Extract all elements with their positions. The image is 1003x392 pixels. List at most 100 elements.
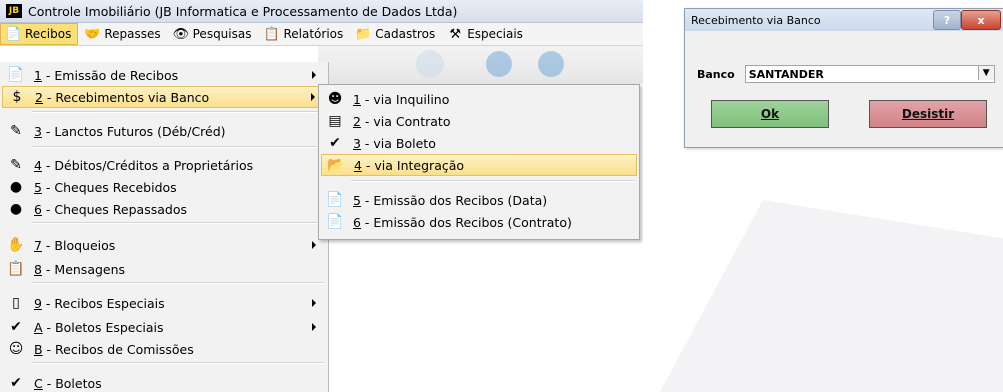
- submenu-item-text: - via Integração: [361, 157, 465, 173]
- toolbar-hand-icon[interactable]: [416, 50, 444, 78]
- piggybank-icon: ●: [9, 201, 23, 217]
- menu-item-label: C - Boletos: [34, 376, 102, 391]
- submenu-item-text: - via Inquilino: [360, 91, 450, 107]
- submenu-item-label: 6 - Emissão dos Recibos (Contrato): [353, 215, 572, 230]
- menu-item-5[interactable]: ● 5 - Cheques Recebidos: [2, 176, 326, 198]
- blank-doc-icon: ▯: [12, 295, 20, 311]
- menu-recibos[interactable]: 📄 Recibos: [0, 23, 79, 45]
- desistir-button[interactable]: Desistir: [869, 100, 987, 128]
- menu-item-text: - Emissão de Recibos: [41, 67, 179, 83]
- menu-item-text: - Recibos de Comissões: [42, 341, 194, 357]
- cards-icon: 📁: [355, 26, 372, 42]
- submenu-item-4[interactable]: 📂 4 - via Integração: [321, 154, 637, 176]
- menu-item-label: 4 - Débitos/Créditos a Proprietários: [34, 158, 253, 173]
- menu-item-3[interactable]: ✎ 3 - Lanctos Futuros (Déb/Créd): [2, 120, 326, 142]
- check-mark-icon: ✔: [329, 135, 341, 151]
- menu-item-label: 6 - Cheques Repassados: [34, 202, 187, 217]
- dialog-title-bar: Recebimento via Banco ? x: [685, 9, 1003, 31]
- menu-item-key: A: [34, 319, 43, 335]
- calculator-icon: ✎: [10, 123, 22, 139]
- submenu-item-text: - Emissão dos Recibos (Contrato): [360, 214, 572, 230]
- menu-item-key: 9: [34, 295, 42, 311]
- menu-separator: [32, 282, 324, 284]
- ok-label: Ok: [760, 107, 780, 121]
- submenu-item-5[interactable]: 📄 5 - Emissão dos Recibos (Data): [321, 189, 637, 211]
- menu-item-text: - Débitos/Créditos a Proprietários: [41, 157, 254, 173]
- window-title: Controle Imobiliário (JB Informatica e P…: [28, 3, 458, 19]
- menu-item-b[interactable]: ☺ B - Recibos de Comissões: [2, 338, 326, 360]
- submenu-item-label: 2 - via Contrato: [353, 114, 450, 129]
- document-icon: 📄: [326, 214, 344, 230]
- menu-item-key: 7: [34, 237, 42, 253]
- submenu-item-2[interactable]: ▤ 2 - via Contrato: [321, 110, 637, 132]
- menu-especiais[interactable]: ⚒ Especiais: [443, 24, 529, 44]
- menu-item-label: 1 - Emissão de Recibos: [34, 68, 178, 83]
- menu-separator: [351, 180, 635, 182]
- menu-separator: [32, 222, 324, 224]
- menu-item-7[interactable]: ✋ 7 - Bloqueios: [2, 234, 326, 256]
- menu-repasses[interactable]: 🤝 Repasses: [80, 24, 166, 44]
- menu-item-2[interactable]: $2 - Recebimentos via Banco: [2, 86, 326, 108]
- toolbar-dollar-icon-2[interactable]: [538, 51, 564, 77]
- toolbar-dollar-icon[interactable]: [486, 51, 512, 77]
- recibos-dropdown-menu: 📄 1 - Emissão de Recibos $2 - Recebimentos…: [0, 62, 329, 392]
- menu-cadastros[interactable]: 📁 Cadastros: [351, 24, 441, 44]
- banco-select[interactable]: SANTANDER ▼: [744, 65, 995, 83]
- menu-item-label: 5 - Cheques Recebidos: [34, 180, 177, 195]
- submenu-item-key: 4: [354, 157, 362, 173]
- menu-item-c[interactable]: ✔ C - Boletos: [2, 372, 326, 392]
- submenu-item-key: 2: [353, 113, 361, 129]
- submenu-arrow-icon: [312, 241, 316, 249]
- submenu-item-label: 3 - via Boleto: [353, 136, 436, 151]
- help-button[interactable]: ?: [933, 10, 961, 30]
- menu-bar: 📄 Recibos 🤝 Repasses 👁 Pesquisas 📋 Relatórios 📁 C…: [0, 23, 643, 46]
- ok-button[interactable]: Ok: [711, 100, 829, 128]
- smiley-icon: ☺: [8, 341, 24, 357]
- menu-item-text: - Cheques Repassados: [41, 201, 187, 217]
- submenu-item-6[interactable]: 📄 6 - Emissão dos Recibos (Contrato): [321, 211, 637, 233]
- menu-item-text: - Recebimentos via Banco: [42, 89, 210, 105]
- tools-icon: ⚒: [449, 26, 462, 42]
- submenu-item-key: 3: [353, 135, 361, 151]
- menu-separator: [32, 111, 324, 113]
- menu-item-text: - Boletos Especiais: [42, 319, 164, 335]
- menu-label: Recibos: [25, 27, 72, 41]
- menu-item-a[interactable]: ✔ A - Boletos Especiais: [2, 316, 326, 338]
- submenu-item-key: 1: [353, 91, 361, 107]
- menu-item-key: 1: [34, 67, 42, 83]
- menu-item-8[interactable]: 📋 8 - Mensagens: [2, 258, 326, 280]
- menu-item-key: B: [34, 341, 43, 357]
- submenu-item-1[interactable]: ☻ 1 - via Inquilino: [321, 88, 637, 110]
- check-mark-icon: ✔: [10, 319, 22, 335]
- app-logo: JB: [6, 4, 22, 18]
- menu-item-key: 8: [34, 261, 42, 277]
- main-window: JB Controle Imobiliário (JB Informatica …: [0, 0, 643, 392]
- submenu-item-key: 5: [353, 192, 361, 208]
- dropdown-arrow-icon[interactable]: ▼: [977, 66, 994, 80]
- toolbar: [318, 46, 643, 84]
- menu-item-label: 2 - Recebimentos via Banco: [35, 90, 209, 105]
- menu-item-key: 4: [34, 157, 42, 173]
- menu-item-1[interactable]: 📄 1 - Emissão de Recibos: [2, 64, 326, 86]
- menu-item-label: 7 - Bloqueios: [34, 238, 115, 253]
- dialog-title: Recebimento via Banco: [691, 13, 821, 27]
- submenu-item-text: - via Contrato: [360, 113, 451, 129]
- recebimentos-submenu: ☻ 1 - via Inquilino ▤ 2 - via Contrato ✔ 3 - …: [318, 84, 640, 240]
- menu-pesquisas[interactable]: 👁 Pesquisas: [169, 24, 258, 44]
- submenu-item-key: 6: [353, 214, 361, 230]
- menu-item-4[interactable]: ✎ 4 - Débitos/Créditos a Proprietários: [2, 154, 326, 176]
- menu-label: Especiais: [467, 27, 523, 41]
- menu-item-text: - Recibos Especiais: [41, 295, 165, 311]
- menu-item-text: - Boletos: [42, 375, 102, 391]
- banco-label: Banco: [697, 67, 735, 81]
- menu-item-9[interactable]: ▯ 9 - Recibos Especiais: [2, 292, 326, 314]
- title-bar: JB Controle Imobiliário (JB Informatica …: [0, 0, 643, 23]
- close-button[interactable]: x: [961, 10, 1001, 30]
- dollar-icon: $: [12, 89, 22, 105]
- menu-item-6[interactable]: ● 6 - Cheques Repassados: [2, 198, 326, 220]
- report-icon: 📋: [263, 26, 280, 42]
- menu-label: Pesquisas: [192, 27, 252, 41]
- menu-item-key: 2: [35, 89, 43, 105]
- submenu-item-3[interactable]: ✔ 3 - via Boleto: [321, 132, 637, 154]
- menu-relatrios[interactable]: 📋 Relatórios: [259, 24, 349, 44]
